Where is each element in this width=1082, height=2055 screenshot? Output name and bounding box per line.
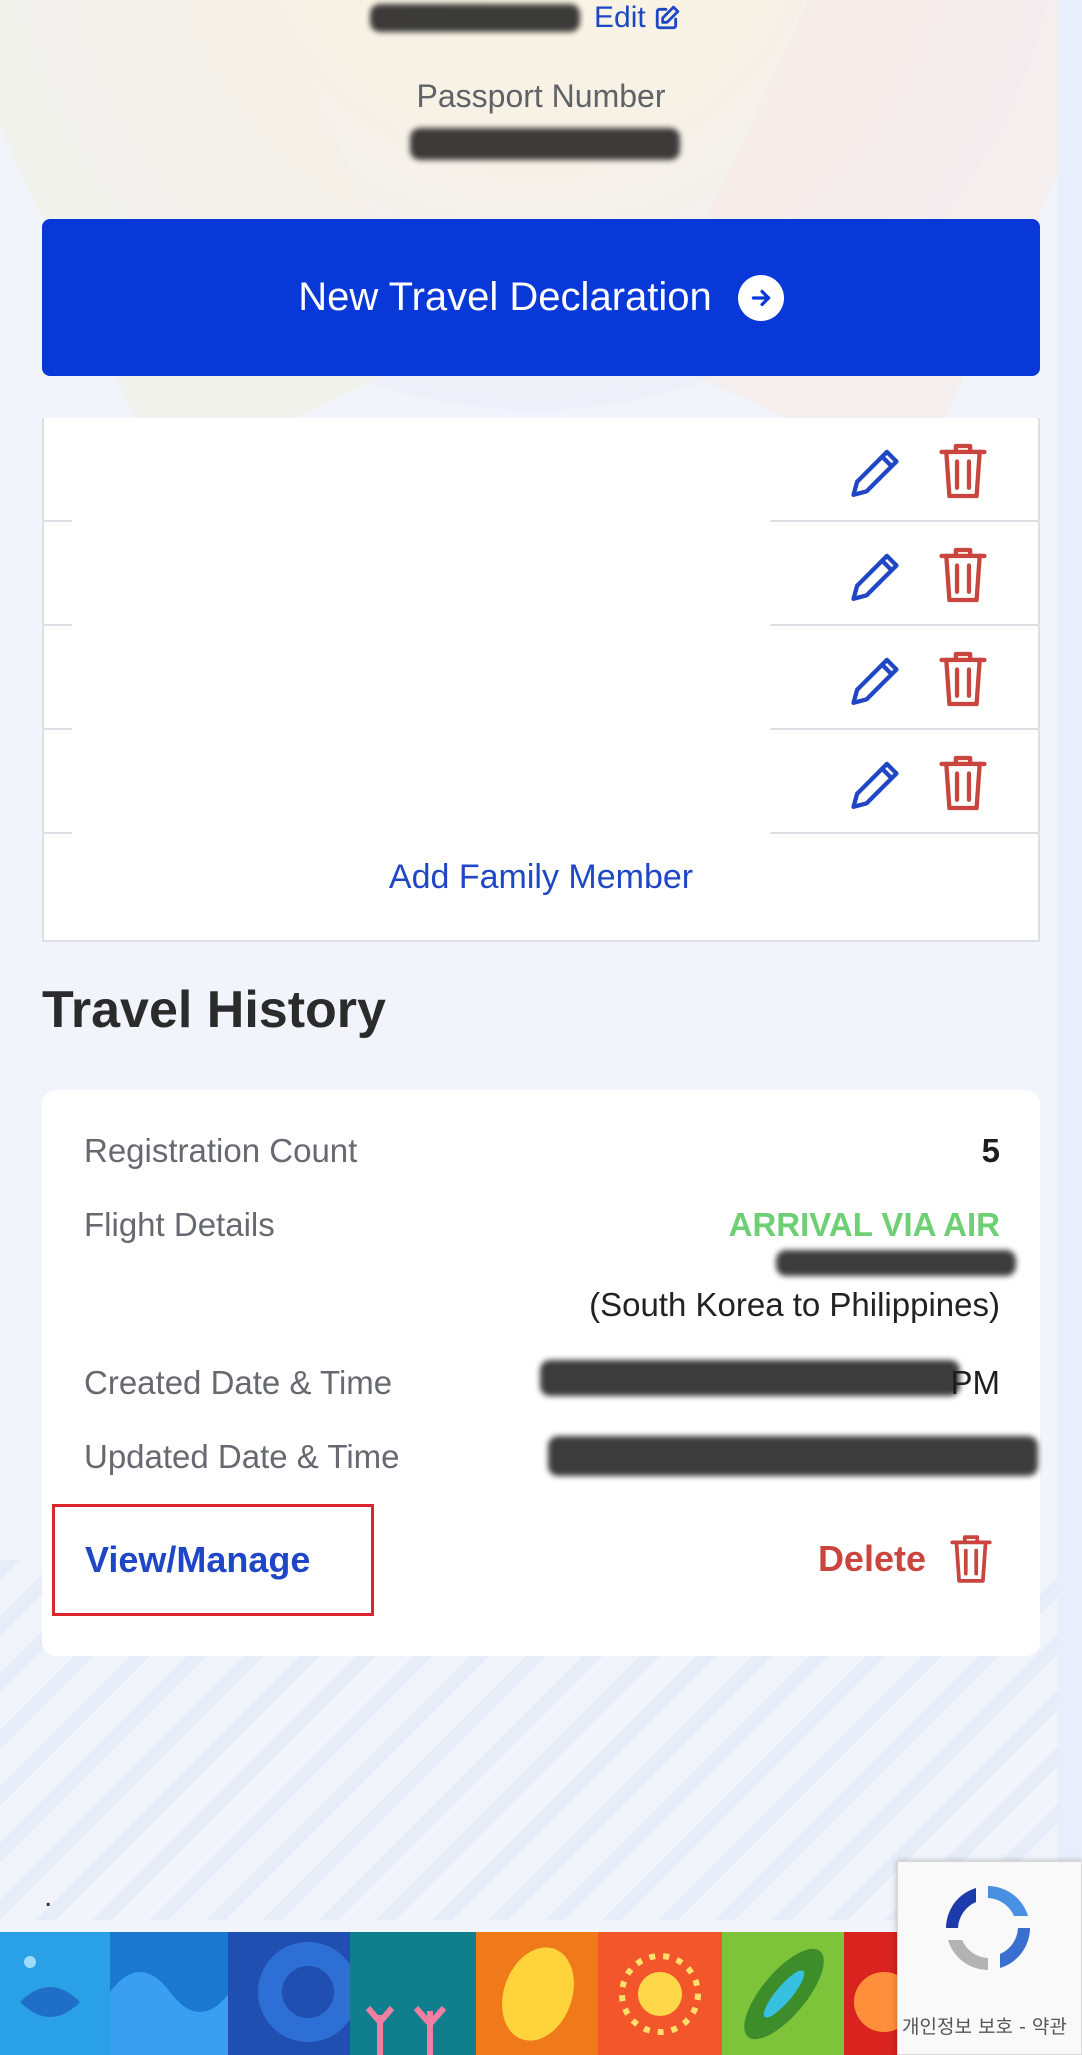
traveler-name-row: Edit xyxy=(370,0,680,36)
redacted-passport-number xyxy=(410,128,680,160)
flight-details-label: Flight Details xyxy=(84,1206,275,1243)
registration-count-value: 5 xyxy=(981,1132,1000,1169)
page-content: Edit Passport Number New Travel Declarat… xyxy=(0,0,1082,2055)
view-manage-button[interactable]: View/Manage xyxy=(52,1504,374,1616)
view-manage-label: View/Manage xyxy=(85,1539,311,1580)
recaptcha-privacy-terms[interactable]: 개인정보 보호 - 약관 xyxy=(902,2012,1067,2039)
new-travel-declaration-button[interactable]: New Travel Declaration xyxy=(42,219,1040,376)
edit-icon xyxy=(655,5,679,30)
redacted-updated-date xyxy=(548,1436,1038,1476)
new-travel-declaration-label: New Travel Declaration xyxy=(298,275,712,319)
flight-route-value: (South Korea to Philippines) xyxy=(589,1286,1000,1323)
footer-dot: . xyxy=(44,1880,53,1913)
pencil-icon[interactable] xyxy=(846,544,904,606)
family-members-list: Add Family Member xyxy=(42,418,1040,942)
wave-pattern-tile xyxy=(110,1932,228,2055)
registration-count-label: Registration Count xyxy=(84,1132,358,1169)
arrow-right-circle-icon xyxy=(737,274,784,321)
sun-pattern-tile xyxy=(598,1932,722,2055)
trash-icon[interactable] xyxy=(934,440,992,502)
trash-icon[interactable] xyxy=(934,752,992,814)
trash-icon[interactable] xyxy=(934,648,992,710)
pencil-icon[interactable] xyxy=(846,752,904,814)
leaf-pattern-tile xyxy=(722,1932,844,2055)
wave-pattern-tile xyxy=(228,1932,350,2055)
trash-icon[interactable] xyxy=(934,544,992,606)
pencil-icon[interactable] xyxy=(846,648,904,710)
redacted-created-date xyxy=(540,1360,960,1396)
travel-history-card: Registration Count 5 Flight Details ARRI… xyxy=(42,1090,1040,1656)
mango-pattern-tile xyxy=(476,1932,598,2055)
redacted-flight-date xyxy=(776,1250,1016,1276)
recaptcha-icon xyxy=(946,1886,1030,1970)
pencil-icon[interactable] xyxy=(846,440,904,502)
edit-label: Edit xyxy=(594,1,646,34)
trash-icon xyxy=(950,1535,992,1583)
passport-number-label: Passport Number xyxy=(416,78,666,114)
travel-history-heading: Travel History xyxy=(42,981,386,1039)
created-date-label: Created Date & Time xyxy=(84,1364,393,1401)
coral-pattern-tile xyxy=(350,1932,476,2055)
arrival-mode-value: ARRIVAL VIA AIR xyxy=(728,1206,1000,1243)
delete-travel-button[interactable]: Delete xyxy=(818,1530,996,1588)
recaptcha-badge[interactable]: 개인정보 보호 - 약관 xyxy=(897,1861,1082,2055)
created-date-suffix: PM xyxy=(950,1364,1001,1401)
add-family-member-link[interactable]: Add Family Member xyxy=(44,858,1038,897)
redacted-name xyxy=(370,4,580,32)
fish-pattern-tile xyxy=(0,1932,110,2055)
updated-date-label: Updated Date & Time xyxy=(84,1438,400,1475)
redacted-member-names xyxy=(72,418,770,838)
delete-label: Delete xyxy=(817,1538,926,1579)
edit-profile-link[interactable]: Edit xyxy=(594,1,680,35)
